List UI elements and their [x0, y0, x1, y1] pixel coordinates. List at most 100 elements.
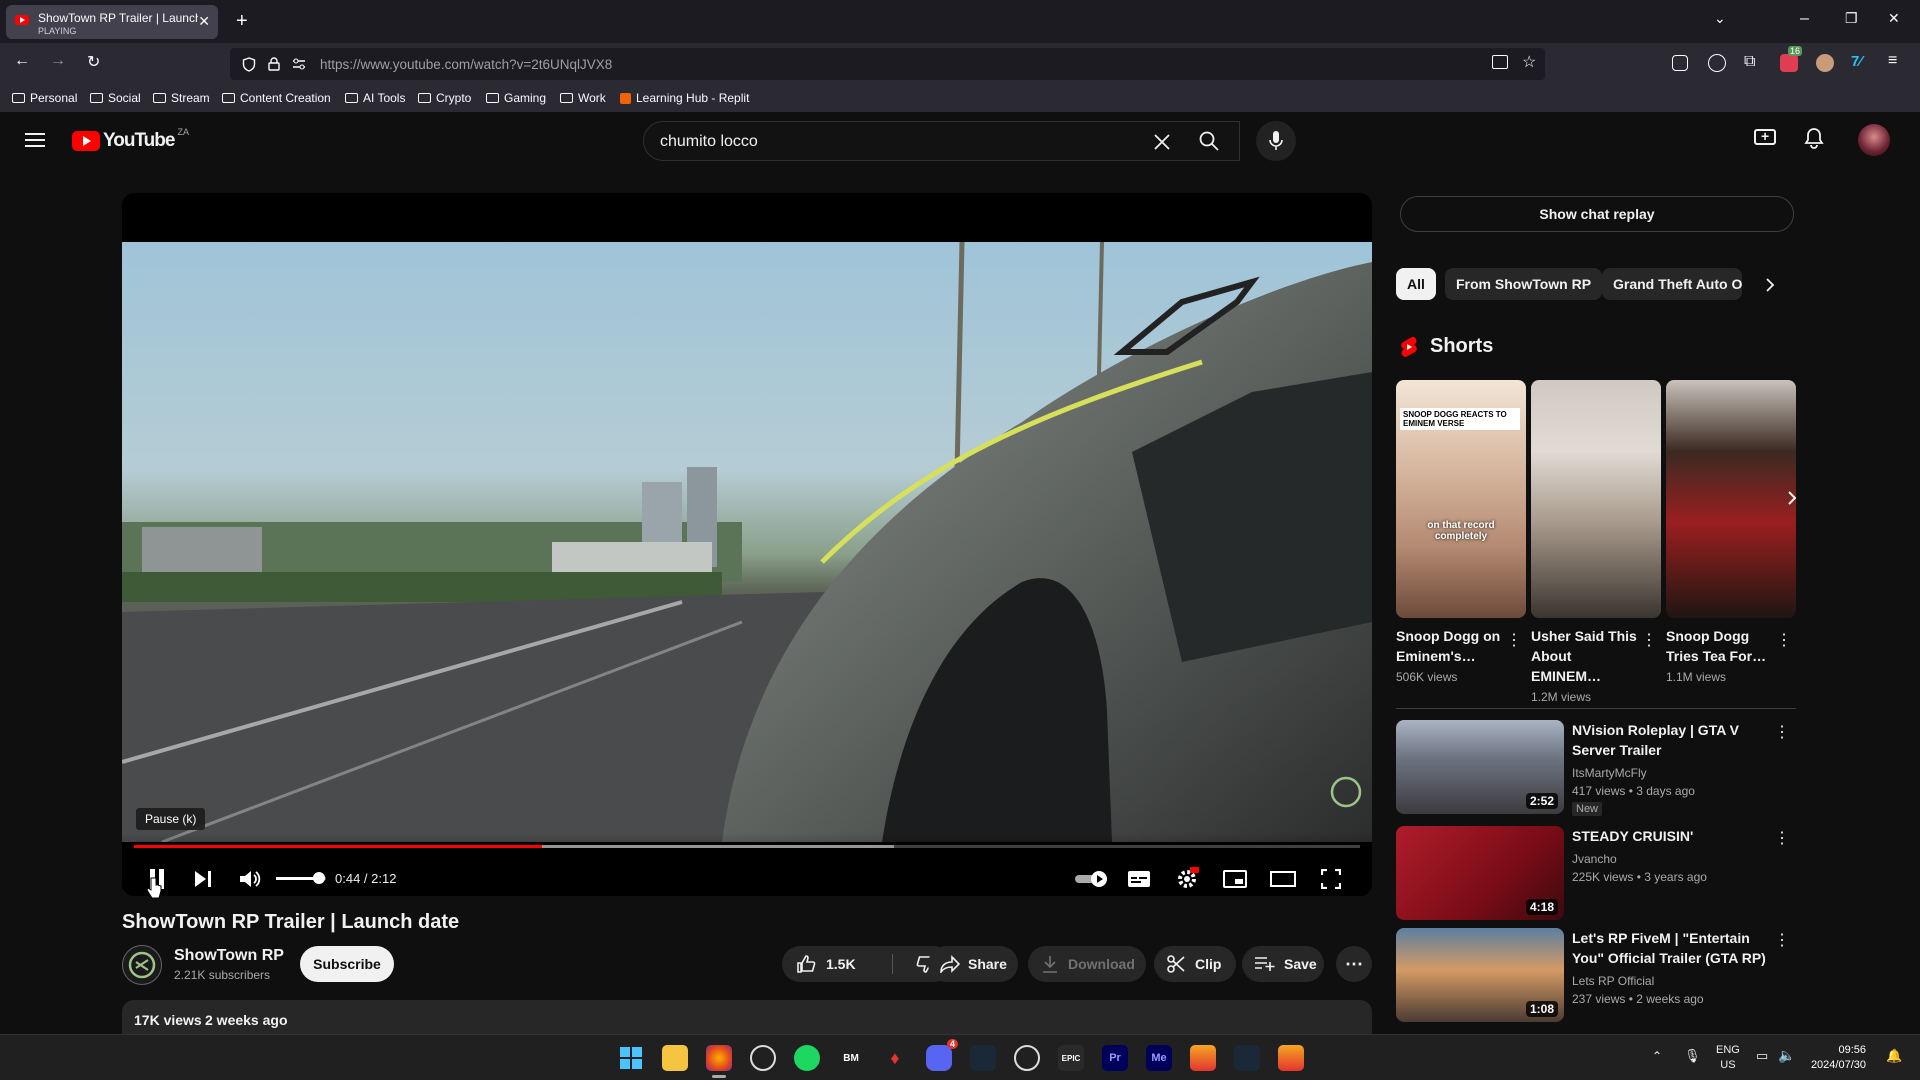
short-menu-icon[interactable]: ⋮	[1506, 630, 1522, 650]
short-title[interactable]: Usher Said This About EMINEM…	[1531, 626, 1643, 686]
chips-next-chevron-icon[interactable]	[1765, 278, 1775, 292]
show-chat-replay-button[interactable]: Show chat replay	[1400, 196, 1794, 232]
channel-avatar[interactable]	[122, 945, 162, 985]
subtitles-button[interactable]	[1121, 861, 1157, 896]
game-app-icon[interactable]	[1190, 1045, 1216, 1071]
video-menu-icon[interactable]: ⋮	[1774, 828, 1790, 848]
media-encoder-icon[interactable]: Me	[1146, 1045, 1172, 1071]
subscribe-button[interactable]: Subscribe	[300, 946, 394, 982]
next-button[interactable]	[185, 861, 221, 896]
lock-icon[interactable]	[268, 57, 280, 71]
short-menu-icon[interactable]: ⋮	[1776, 630, 1792, 650]
red-app-icon[interactable]: ♦	[882, 1045, 908, 1071]
bookmark-gaming[interactable]: Gaming	[486, 91, 546, 105]
address-bar[interactable]: https://www.youtube.com/watch?v=2t6UNqlJ…	[230, 48, 1545, 80]
account-icon[interactable]	[1708, 54, 1726, 72]
theater-mode-button[interactable]	[1265, 861, 1301, 896]
bookmark-learning-hub[interactable]: Learning Hub - Replit	[620, 91, 749, 105]
shorts-next-chevron-icon[interactable]	[1786, 490, 1798, 506]
video-channel[interactable]: Jvancho	[1572, 852, 1617, 866]
video-menu-icon[interactable]: ⋮	[1774, 930, 1790, 950]
bm-app-icon[interactable]: BM	[838, 1045, 864, 1071]
bookmark-social[interactable]: Social	[90, 91, 141, 105]
more-actions-button[interactable]: ⋯	[1336, 946, 1372, 982]
video-thumbnail[interactable]: 2:52	[1396, 720, 1564, 814]
restore-icon[interactable]: ❐	[1845, 10, 1858, 27]
menu-icon[interactable]: ≡	[1888, 52, 1897, 70]
video-channel[interactable]: Lets RP Official	[1572, 974, 1654, 988]
close-window-icon[interactable]: ✕	[1888, 10, 1900, 27]
chrome-icon[interactable]	[750, 1045, 776, 1071]
profile-extension-icon[interactable]	[1816, 54, 1834, 72]
create-video-icon[interactable]: +	[1754, 128, 1776, 145]
adblock-extension-icon[interactable]: 16	[1780, 46, 1803, 72]
video-title[interactable]: Let's RP FiveM | "Entertain You" Officia…	[1572, 928, 1772, 968]
translate-extension-icon[interactable]: 7⁄	[1851, 53, 1862, 70]
voice-search-button[interactable]	[1256, 121, 1296, 161]
shield-icon[interactable]	[242, 57, 256, 72]
short-menu-icon[interactable]: ⋮	[1641, 630, 1657, 650]
ai-app-icon[interactable]	[1278, 1045, 1304, 1071]
channel-name[interactable]: ShowTown RP	[174, 947, 284, 965]
video-title[interactable]: STEADY CRUISIN'	[1572, 826, 1772, 846]
language-indicator[interactable]: ENG US	[1716, 1043, 1740, 1073]
chip-all[interactable]: All	[1396, 268, 1436, 300]
video-player[interactable]: Pause (k) 0:44 / 2:12	[122, 193, 1372, 896]
search-input[interactable]: chumito locco	[660, 133, 758, 151]
video-thumbnail[interactable]: 1:08	[1396, 928, 1564, 1022]
share-button[interactable]: Share	[928, 946, 1018, 982]
related-video[interactable]: 2:52 NVision Roleplay | GTA V Server Tra…	[1396, 720, 1796, 816]
system-clock[interactable]: 09:56 2024/07/30	[1811, 1043, 1866, 1073]
autoplay-toggle[interactable]	[1072, 861, 1112, 896]
mute-button[interactable]	[232, 861, 268, 896]
short-item[interactable]: Usher Said This About EMINEM… 1.2M views…	[1531, 380, 1661, 704]
short-item[interactable]: Snoop Dogg Tries Tea For… 1.1M views ⋮	[1666, 380, 1796, 684]
related-video[interactable]: 1:08 Let's RP FiveM | "Entertain You" Of…	[1396, 928, 1796, 1022]
chip-gta-online[interactable]: Grand Theft Auto Onl	[1602, 268, 1742, 300]
reload-icon[interactable]: ↻	[87, 52, 100, 72]
miniplayer-button[interactable]	[1217, 861, 1253, 896]
youtube-logo[interactable]: YouTube ZA	[72, 127, 189, 152]
video-frame[interactable]	[122, 242, 1372, 842]
video-channel[interactable]: ItsMartyMcFly	[1572, 766, 1647, 780]
permissions-icon[interactable]	[292, 58, 306, 70]
pocket-icon[interactable]	[1672, 55, 1688, 71]
premiere-pro-icon[interactable]: Pr	[1102, 1045, 1128, 1071]
video-thumbnail[interactable]: 4:18	[1396, 826, 1564, 920]
bookmark-crypto[interactable]: Crypto	[418, 91, 471, 105]
short-item[interactable]: SNOOP DOGG REACTS TO EMINEM VERSE on tha…	[1396, 380, 1526, 684]
download-button[interactable]: Download	[1028, 946, 1146, 982]
short-title[interactable]: Snoop Dogg on Eminem's…	[1396, 626, 1508, 666]
clear-search-icon[interactable]	[1153, 133, 1171, 151]
browser-tab[interactable]: ShowTown RP Trailer | Launch d PLAYING ✕	[6, 5, 218, 39]
clip-button[interactable]: Clip	[1154, 946, 1236, 982]
forward-icon[interactable]: →	[50, 52, 66, 70]
progress-bar[interactable]	[134, 845, 1360, 848]
tray-chevron-icon[interactable]: ⌃	[1652, 1049, 1662, 1063]
user-avatar[interactable]	[1858, 124, 1890, 156]
new-tab-icon[interactable]: +	[236, 10, 248, 33]
steam-icon-2[interactable]	[1234, 1045, 1260, 1071]
notifications-bell-icon[interactable]	[1804, 127, 1824, 149]
obs-icon[interactable]	[1014, 1045, 1040, 1071]
volume-slider[interactable]	[276, 872, 326, 884]
like-button[interactable]: 1.5K	[782, 946, 892, 982]
bookmark-star-icon[interactable]: ☆	[1522, 52, 1536, 72]
short-title[interactable]: Snoop Dogg Tries Tea For…	[1666, 626, 1778, 666]
tab-close-icon[interactable]: ✕	[198, 13, 210, 30]
spotify-icon[interactable]	[794, 1045, 820, 1071]
tray-mic-icon[interactable]: 🎙	[1684, 1048, 1701, 1064]
short-thumbnail[interactable]	[1531, 380, 1661, 618]
tab-list-chevron-icon[interactable]: ⌄	[1714, 10, 1726, 27]
video-title[interactable]: NVision Roleplay | GTA V Server Trailer	[1572, 720, 1772, 760]
notification-bell-icon[interactable]: 🔔	[1886, 1048, 1902, 1064]
picture-icon[interactable]	[1492, 55, 1508, 69]
bookmark-ai-tools[interactable]: AI Tools	[345, 91, 405, 105]
search-box[interactable]: chumito locco	[643, 121, 1240, 161]
file-explorer-icon[interactable]	[662, 1045, 688, 1071]
bookmark-stream[interactable]: Stream	[153, 91, 210, 105]
volume-handle[interactable]	[312, 872, 325, 884]
bookmark-personal[interactable]: Personal	[12, 91, 77, 105]
speaker-icon[interactable]: 🔈	[1778, 1047, 1795, 1064]
minimize-icon[interactable]: –	[1800, 10, 1809, 28]
